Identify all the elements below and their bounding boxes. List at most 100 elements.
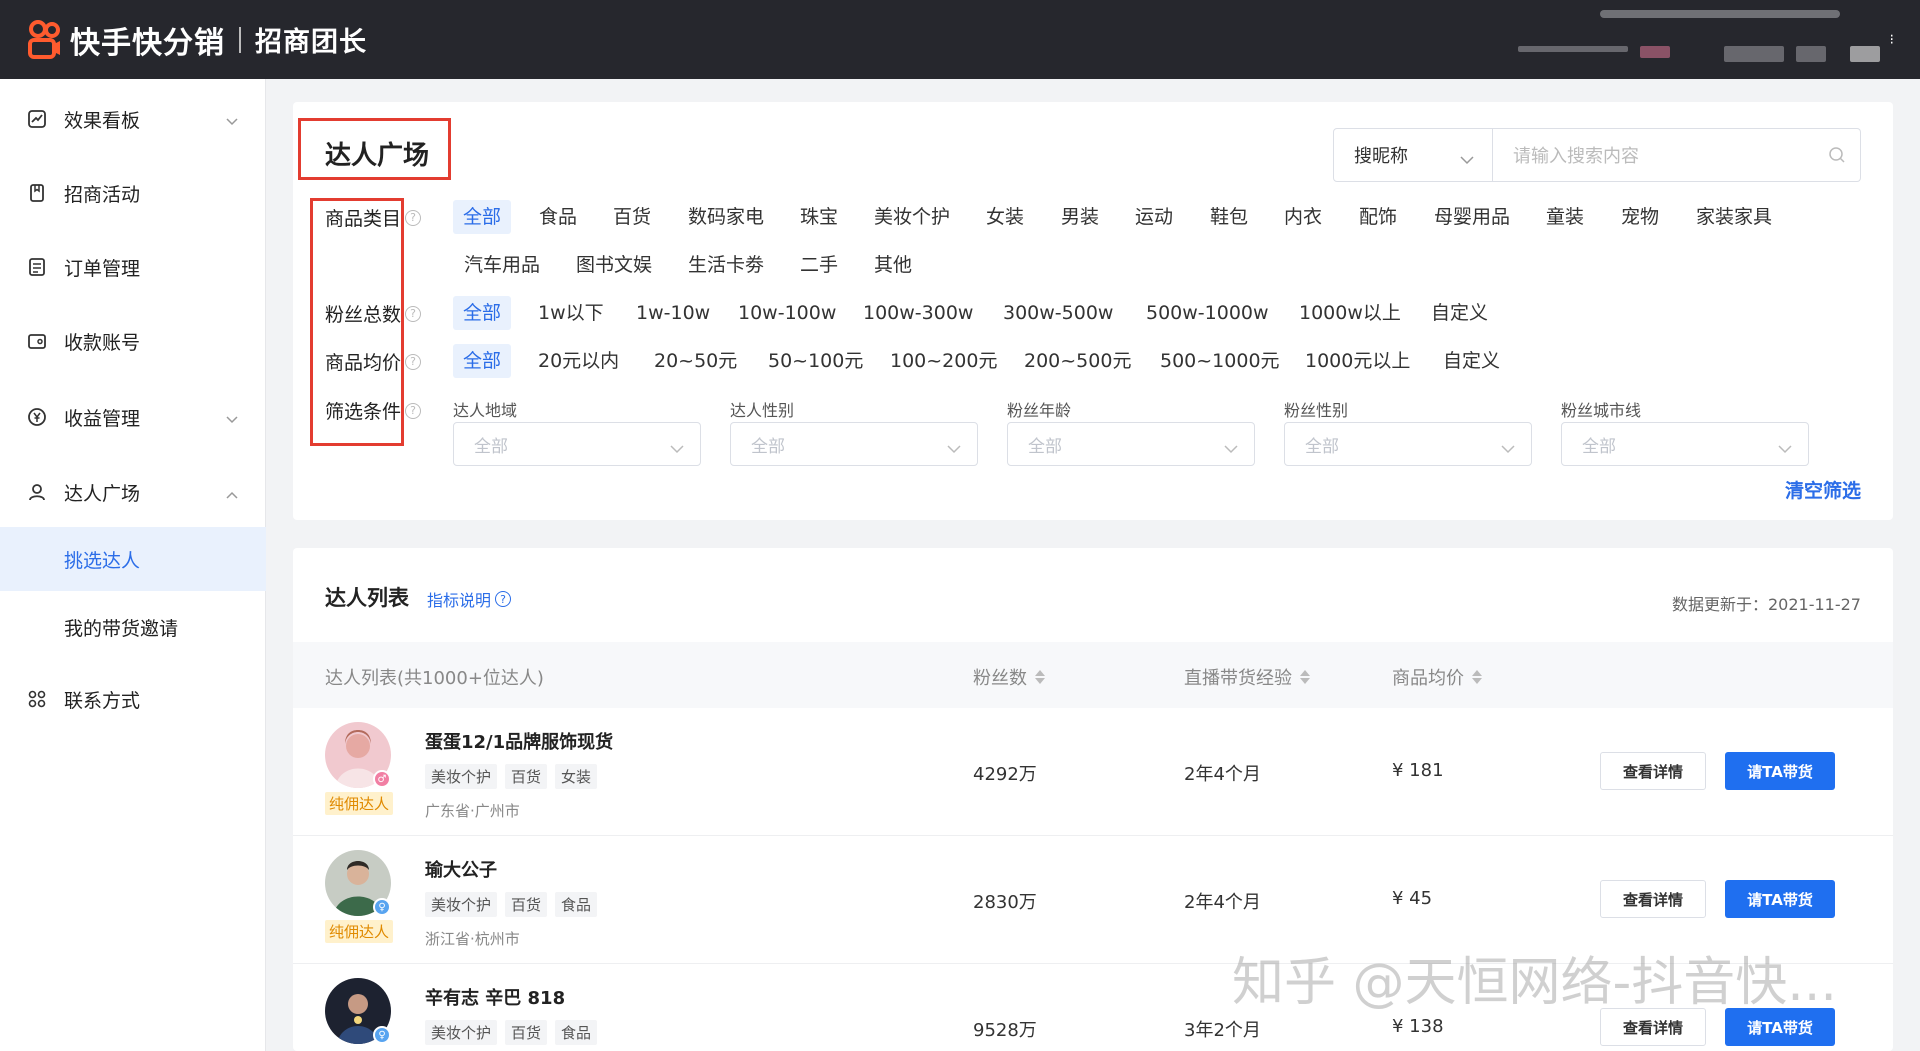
- fans-option[interactable]: 10w-100w: [738, 296, 836, 330]
- metric-explanation-link[interactable]: 指标说明?: [427, 587, 512, 611]
- view-detail-button[interactable]: 查看详情: [1600, 752, 1706, 790]
- user-area[interactable]: ⁝: [1500, 0, 1920, 79]
- price-label-text: 商品均价: [325, 352, 402, 374]
- sidebar-subitem-my-invites[interactable]: 我的带货邀请: [0, 595, 266, 659]
- region-filter-select[interactable]: 全部: [453, 422, 701, 466]
- category-option[interactable]: 汽车用品: [464, 248, 540, 282]
- price-option[interactable]: 100~200元: [890, 344, 997, 378]
- sidebar-subitem-pick-kol[interactable]: 挑选达人: [0, 527, 266, 591]
- category-option[interactable]: 男装: [1061, 200, 1099, 234]
- list-title: 达人列表: [325, 586, 409, 610]
- gender-filter-select[interactable]: 全部: [730, 422, 978, 466]
- kol-name[interactable]: 瑜大公子: [425, 856, 497, 882]
- category-option[interactable]: 美妆个护: [874, 200, 950, 234]
- category-option[interactable]: 女装: [986, 200, 1024, 234]
- column-header-experience[interactable]: 直播带货经验: [1184, 664, 1310, 690]
- category-option[interactable]: 百货: [613, 200, 651, 234]
- column-header-kol: 达人列表(共1000+位达人): [325, 668, 544, 689]
- fans-option[interactable]: 500w-1000w: [1146, 296, 1269, 330]
- category-option[interactable]: 全部: [453, 200, 512, 234]
- price-option[interactable]: 500~1000元: [1160, 344, 1280, 378]
- invite-button[interactable]: 请TA带货: [1725, 880, 1835, 918]
- fans-option[interactable]: 100w-300w: [863, 296, 973, 330]
- category-option[interactable]: 宠物: [1621, 200, 1659, 234]
- category-tag: 女装: [555, 764, 598, 789]
- category-option[interactable]: 童装: [1546, 200, 1584, 234]
- price-option[interactable]: 20元以内: [538, 344, 619, 378]
- grid-icon: [26, 688, 48, 710]
- data-update-time: 数据更新于：2021-11-27: [1672, 595, 1861, 614]
- sidebar-item-kol-plaza[interactable]: 达人广场: [0, 466, 266, 518]
- help-icon[interactable]: ?: [405, 353, 422, 370]
- sort-icon[interactable]: [1472, 670, 1482, 684]
- help-icon[interactable]: ?: [405, 209, 422, 226]
- category-tag: 食品: [555, 1020, 598, 1045]
- live-experience: 2年4个月: [1184, 892, 1261, 913]
- price-option[interactable]: 50~100元: [768, 344, 863, 378]
- avg-price: ¥ 45: [1392, 888, 1433, 909]
- conditions-label: 筛选条件?: [325, 397, 422, 424]
- kol-name[interactable]: 辛有志 辛巴 818: [425, 984, 565, 1010]
- category-label-text: 商品类目: [325, 208, 402, 230]
- category-tag: 美妆个护: [425, 764, 498, 789]
- fan-gender-filter-select[interactable]: 全部: [1284, 422, 1532, 466]
- chevron-down-icon: [947, 439, 961, 459]
- clear-filters-link[interactable]: 清空筛选: [1785, 476, 1861, 503]
- sort-icon[interactable]: [1035, 670, 1045, 684]
- dropdown-caret-icon[interactable]: ⁝: [1890, 32, 1894, 48]
- kol-tags: 美妆个护 百货 食品: [425, 892, 605, 917]
- sidebar-item-contact[interactable]: 联系方式: [0, 673, 266, 725]
- filter-panel: 达人广场 搜昵称 请输入搜索内容 商品类目? 全部 食品 百货 数码家电 珠宝 …: [293, 102, 1893, 520]
- fans-option[interactable]: 1000w以上: [1299, 296, 1401, 330]
- kol-name[interactable]: 蛋蛋12/1品牌服饰现货: [425, 728, 613, 754]
- invite-button[interactable]: 请TA带货: [1725, 752, 1835, 790]
- price-option[interactable]: 20~50元: [654, 344, 737, 378]
- help-icon[interactable]: ?: [405, 305, 422, 322]
- sidebar-item-orders[interactable]: 订单管理: [0, 241, 266, 293]
- search-input[interactable]: 请输入搜索内容: [1493, 128, 1861, 182]
- category-option[interactable]: 内衣: [1284, 200, 1322, 234]
- price-option[interactable]: 1000元以上: [1305, 344, 1410, 378]
- category-option[interactable]: 二手: [800, 248, 838, 282]
- category-option[interactable]: 图书文娱: [576, 248, 652, 282]
- category-option[interactable]: 配饰: [1359, 200, 1397, 234]
- sort-icon[interactable]: [1300, 670, 1310, 684]
- kol-tags: 美妆个护 百货 女装: [425, 764, 605, 789]
- sidebar-item-label: 达人广场: [64, 482, 141, 505]
- fan-age-filter-select[interactable]: 全部: [1007, 422, 1255, 466]
- sidebar-item-label: 收款账号: [64, 331, 141, 354]
- price-option[interactable]: 200~500元: [1024, 344, 1131, 378]
- category-option[interactable]: 食品: [539, 200, 577, 234]
- category-option[interactable]: 鞋包: [1210, 200, 1248, 234]
- male-icon: ♀: [373, 1026, 391, 1044]
- fans-option[interactable]: 1w以下: [538, 296, 604, 330]
- column-header-avg-price[interactable]: 商品均价: [1392, 664, 1482, 690]
- price-option[interactable]: 全部: [453, 344, 512, 378]
- fans-option[interactable]: 全部: [453, 296, 512, 330]
- sidebar-item-label: 招商活动: [64, 183, 141, 206]
- category-option[interactable]: 母婴用品: [1434, 200, 1510, 234]
- category-option[interactable]: 其他: [874, 248, 912, 282]
- category-option[interactable]: 数码家电: [688, 200, 764, 234]
- sidebar-item-campaign[interactable]: 招商活动: [0, 167, 266, 219]
- fans-option[interactable]: 自定义: [1431, 296, 1488, 330]
- category-option[interactable]: 运动: [1135, 200, 1173, 234]
- help-icon[interactable]: ?: [405, 402, 422, 419]
- column-header-fans[interactable]: 粉丝数: [973, 664, 1045, 690]
- fan-city-filter-select[interactable]: 全部: [1561, 422, 1809, 466]
- category-option[interactable]: 珠宝: [800, 200, 838, 234]
- category-option[interactable]: 家装家具: [1696, 200, 1772, 234]
- avg-price: ¥ 181: [1392, 760, 1444, 781]
- brand-logo[interactable]: 快手快分销 招商团长: [26, 18, 367, 62]
- category-tag: 美妆个护: [425, 892, 498, 917]
- fans-option[interactable]: 1w-10w: [636, 296, 710, 330]
- search-type-select[interactable]: 搜昵称: [1333, 128, 1493, 182]
- view-detail-button[interactable]: 查看详情: [1600, 880, 1706, 918]
- sidebar-item-earnings[interactable]: 收益管理: [0, 391, 266, 443]
- fans-option[interactable]: 300w-500w: [1003, 296, 1113, 330]
- price-option[interactable]: 自定义: [1443, 344, 1500, 378]
- category-option[interactable]: 生活卡劵: [688, 248, 764, 282]
- sidebar-item-account[interactable]: 收款账号: [0, 315, 266, 367]
- search-icon[interactable]: [1828, 146, 1846, 169]
- sidebar-item-dashboard[interactable]: 效果看板: [0, 93, 266, 145]
